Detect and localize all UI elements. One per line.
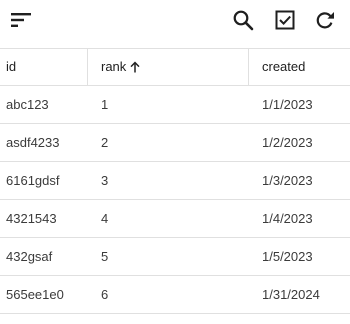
cell-created: 1/5/2023 (262, 249, 313, 264)
cell-created: 1/1/2023 (262, 97, 313, 112)
table-row[interactable]: asdf4233 2 1/2/2023 (0, 124, 350, 162)
sort-icon (11, 13, 31, 27)
cell-id: 565ee1e0 (6, 287, 64, 302)
cell-created: 1/4/2023 (262, 211, 313, 226)
search-button[interactable] (226, 0, 260, 40)
cell-id: 6161gdsf (6, 173, 60, 188)
column-divider (87, 49, 88, 85)
table-toolbar (0, 0, 350, 48)
table-row[interactable]: 6161gdsf 3 1/3/2023 (0, 162, 350, 200)
table-row[interactable]: 432gsaf 5 1/5/2023 (0, 238, 350, 276)
column-header-label: rank (101, 59, 127, 74)
cell-id: 432gsaf (6, 249, 53, 264)
column-header-rank[interactable]: rank (101, 49, 140, 85)
column-header-label: created (262, 59, 306, 74)
cell-created: 1/3/2023 (262, 173, 313, 188)
cell-id: asdf4233 (6, 135, 60, 150)
table-row[interactable]: abc123 1 1/1/2023 (0, 86, 350, 124)
sort-menu-button[interactable] (4, 0, 38, 40)
cell-id: 4321543 (6, 211, 57, 226)
cell-rank: 4 (101, 211, 109, 226)
column-header-label: id (6, 59, 17, 74)
column-header-created[interactable]: created (262, 49, 305, 85)
cell-rank: 6 (101, 287, 109, 302)
column-divider (248, 49, 249, 85)
cell-rank: 3 (101, 173, 109, 188)
cell-rank: 2 (101, 135, 109, 150)
data-table: id rank created abc123 1 1/1/2023 asdf42… (0, 48, 350, 314)
table-row[interactable]: 565ee1e0 6 1/31/2024 (0, 276, 350, 314)
checkbox-icon (275, 10, 295, 30)
select-rows-button[interactable] (268, 0, 302, 40)
table-header-row: id rank created (0, 48, 350, 86)
cell-created: 1/2/2023 (262, 135, 313, 150)
cell-rank: 1 (101, 97, 109, 112)
refresh-button[interactable] (308, 0, 342, 40)
data-table-page: id rank created abc123 1 1/1/2023 asdf42… (0, 0, 350, 324)
cell-created: 1/31/2024 (262, 287, 320, 302)
table-row[interactable]: 4321543 4 1/4/2023 (0, 200, 350, 238)
column-header-id[interactable]: id (6, 49, 16, 85)
refresh-icon (316, 12, 334, 29)
search-icon (233, 10, 254, 31)
cell-rank: 5 (101, 249, 109, 264)
arrow-up-icon (130, 61, 140, 73)
cell-id: abc123 (6, 97, 49, 112)
